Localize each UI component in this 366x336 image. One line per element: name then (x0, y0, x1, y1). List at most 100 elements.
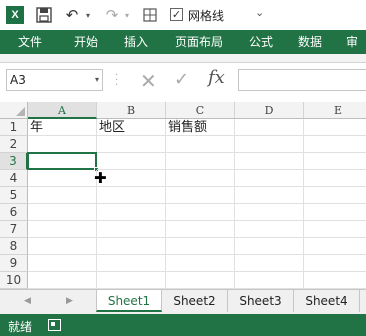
cell-d4[interactable] (235, 170, 304, 187)
column-header-b[interactable]: B (97, 102, 166, 119)
cell-a10[interactable] (28, 272, 97, 289)
row-header-6[interactable]: 6 (0, 204, 28, 221)
cell-b6[interactable] (97, 204, 166, 221)
column-header-e[interactable]: E (304, 102, 366, 119)
undo-icon[interactable]: ↶ (64, 6, 80, 24)
cell-b3[interactable] (97, 153, 166, 170)
cell-a1[interactable]: 年 (28, 119, 97, 136)
cell-e7[interactable] (304, 221, 366, 238)
cell-d2[interactable] (235, 136, 304, 153)
tab-file[interactable]: 文件 (0, 30, 60, 54)
name-box-dropdown-icon[interactable]: ▾ (95, 70, 99, 90)
insert-function-icon[interactable]: fx (208, 67, 225, 88)
row-header-4[interactable]: 4 (0, 170, 28, 187)
cell-c6[interactable] (166, 204, 235, 221)
row-header-2[interactable]: 2 (0, 136, 28, 153)
column-header-d[interactable]: D (235, 102, 304, 119)
select-all-corner[interactable] (0, 102, 28, 119)
customize-qat-icon[interactable]: ⌄ (255, 6, 264, 19)
sheet-scroll-left-icon[interactable]: ◀ (24, 296, 31, 306)
row-header-3[interactable]: 3 (0, 153, 28, 170)
tab-review[interactable]: 审阅 (346, 30, 366, 73)
cell-c8[interactable] (166, 238, 235, 255)
cell-b8[interactable] (97, 238, 166, 255)
tab-home[interactable]: 开始 (74, 30, 98, 54)
cell-c3[interactable] (166, 153, 235, 170)
ribbon-collapsed-area (0, 54, 366, 63)
row-header-5[interactable]: 5 (0, 187, 28, 204)
row-header-1[interactable]: 1 (0, 119, 28, 136)
cell-b4[interactable] (97, 170, 166, 187)
cell-d3[interactable] (235, 153, 304, 170)
cell-e6[interactable] (304, 204, 366, 221)
row-header-7[interactable]: 7 (0, 221, 28, 238)
tab-data[interactable]: 数据 (298, 30, 322, 54)
cell-c7[interactable] (166, 221, 235, 238)
cell-e2[interactable] (304, 136, 366, 153)
cell-e1[interactable] (304, 119, 366, 136)
cell-a9[interactable] (28, 255, 97, 272)
sheet-tab-4[interactable]: Sheet4 (294, 290, 360, 312)
cell-e3[interactable] (304, 153, 366, 170)
status-ready-text: 就绪 (8, 320, 33, 334)
sheet-tab-1[interactable]: Sheet1 (96, 290, 162, 312)
cell-c4[interactable] (166, 170, 235, 187)
cell-b10[interactable] (97, 272, 166, 289)
tab-page-layout[interactable]: 页面布局 (175, 30, 223, 54)
row-header-9[interactable]: 9 (0, 255, 28, 272)
cell-d6[interactable] (235, 204, 304, 221)
name-box-value: A3 (10, 73, 26, 87)
save-icon[interactable] (36, 6, 52, 24)
cell-d5[interactable] (235, 187, 304, 204)
cell-c10[interactable] (166, 272, 235, 289)
cell-b1[interactable]: 地区 (97, 119, 166, 136)
cell-d1[interactable] (235, 119, 304, 136)
tab-insert[interactable]: 插入 (124, 30, 148, 54)
borders-icon[interactable] (142, 6, 158, 24)
row-header-8[interactable]: 8 (0, 238, 28, 255)
cell-a2[interactable] (28, 136, 97, 153)
cell-a4[interactable] (28, 170, 97, 187)
cell-d10[interactable] (235, 272, 304, 289)
cell-d9[interactable] (235, 255, 304, 272)
cancel-icon[interactable]: ✕ (140, 69, 157, 93)
sheet-scroll-right-icon[interactable]: ▶ (66, 296, 73, 306)
cell-a7[interactable] (28, 221, 97, 238)
formula-input[interactable] (238, 69, 366, 91)
active-cell-border (27, 152, 97, 170)
formula-bar-grip-icon[interactable]: · · · (115, 71, 118, 91)
macro-record-icon[interactable] (48, 319, 61, 331)
cell-b5[interactable] (97, 187, 166, 204)
gridlines-checkbox[interactable]: ✓ (170, 8, 183, 21)
redo-icon[interactable]: ↷ (104, 6, 120, 24)
cell-e4[interactable] (304, 170, 366, 187)
cell-a5[interactable] (28, 187, 97, 204)
cell-b7[interactable] (97, 221, 166, 238)
cell-c2[interactable] (166, 136, 235, 153)
cell-e8[interactable] (304, 238, 366, 255)
redo-dropdown-icon[interactable]: ▾ (123, 6, 131, 24)
column-header-a[interactable]: A (28, 102, 97, 119)
undo-dropdown-icon[interactable]: ▾ (84, 6, 92, 24)
cell-c9[interactable] (166, 255, 235, 272)
formula-bar: A3 ▾ · · · ✕ ✓ fx (0, 63, 366, 98)
cell-e9[interactable] (304, 255, 366, 272)
cell-b2[interactable] (97, 136, 166, 153)
row-header-10[interactable]: 10 (0, 272, 28, 289)
sheet-tab-3[interactable]: Sheet3 (228, 290, 294, 312)
cell-d8[interactable] (235, 238, 304, 255)
cell-e5[interactable] (304, 187, 366, 204)
enter-check-icon[interactable]: ✓ (174, 69, 189, 90)
cell-c1[interactable]: 销售额 (166, 119, 235, 136)
cell-b9[interactable] (97, 255, 166, 272)
cell-c5[interactable] (166, 187, 235, 204)
cell-e10[interactable] (304, 272, 366, 289)
cell-a6[interactable] (28, 204, 97, 221)
cell-a8[interactable] (28, 238, 97, 255)
column-header-c[interactable]: C (166, 102, 235, 119)
sheet-tab-2[interactable]: Sheet2 (162, 290, 228, 312)
ribbon-tab-bar: 文件 开始 插入 页面布局 公式 数据 审阅 (0, 30, 366, 73)
cell-d7[interactable] (235, 221, 304, 238)
name-box[interactable]: A3 ▾ (6, 69, 103, 91)
tab-formulas[interactable]: 公式 (249, 30, 273, 54)
